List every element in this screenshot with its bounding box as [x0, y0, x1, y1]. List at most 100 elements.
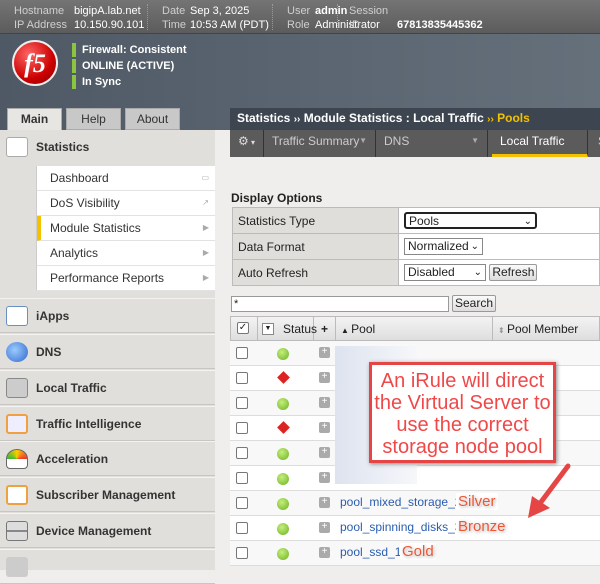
menu-label: Traffic Summary: [272, 134, 360, 148]
row-checkbox[interactable]: [236, 547, 248, 559]
status-header[interactable]: ▼ Status: [258, 317, 317, 341]
session-id: 67813835445362: [397, 19, 483, 31]
expand-icon[interactable]: +: [319, 422, 330, 433]
menu-dns[interactable]: DNS ▼: [376, 130, 488, 157]
gauge-icon: [6, 449, 28, 469]
search-button[interactable]: Search: [452, 295, 497, 312]
breadcrumb-module-stats[interactable]: Module Statistics : Local Traffic: [304, 111, 484, 125]
sidebar-item-dns[interactable]: DNS: [0, 334, 215, 369]
hostname-label: Hostname: [14, 5, 65, 17]
row-checkbox[interactable]: [236, 522, 248, 534]
row-checkbox[interactable]: [236, 447, 248, 459]
submenu-performance-reports[interactable]: Performance Reports ▶: [37, 266, 215, 291]
pool-member-header[interactable]: ⬍ Pool Member: [493, 317, 600, 341]
session-label: Session ID: [349, 5, 389, 31]
annotation-callout: An iRule will direct the Virtual Server …: [369, 362, 556, 463]
expand-icon[interactable]: +: [319, 347, 330, 358]
pool-link[interactable]: pool_spinning_disks_3: [340, 520, 461, 534]
expand-all-icon[interactable]: +: [314, 317, 336, 341]
submenu-dos-visibility[interactable]: DoS Visibility ↗: [37, 191, 215, 216]
status-available-icon: [277, 523, 289, 535]
expand-icon[interactable]: +: [319, 497, 330, 508]
statistics-type-select[interactable]: Pools ⌄: [404, 212, 537, 229]
sidebar-item-subscriber-management[interactable]: Subscriber Management: [0, 477, 215, 512]
expand-icon[interactable]: +: [319, 522, 330, 533]
submenu-label: Module Statistics: [50, 221, 141, 235]
expand-icon[interactable]: +: [319, 397, 330, 408]
submenu-label: DoS Visibility: [50, 196, 120, 210]
sidebar-item-partial[interactable]: [0, 549, 215, 584]
chevron-down-icon: ▼: [359, 136, 367, 145]
sidebar-item-acceleration[interactable]: Acceleration: [0, 441, 215, 476]
date-label: Date: [162, 5, 186, 17]
sidebar-item-label: Subscriber Management: [36, 488, 176, 502]
chevron-down-icon[interactable]: ▼: [262, 323, 274, 335]
search-input[interactable]: *: [231, 296, 449, 312]
sidebar-item-label: Traffic Intelligence: [36, 417, 142, 431]
pool-link[interactable]: pool_ssd_1: [340, 545, 401, 559]
table-row: + pool_ssd_1 Gold: [230, 541, 600, 566]
chevron-down-icon: ⌄: [470, 241, 479, 252]
submenu-label: Dashboard: [50, 171, 109, 185]
gear-icon: ⚙: [238, 134, 249, 148]
popout-icon: ▭: [201, 173, 209, 182]
expand-icon[interactable]: +: [319, 372, 330, 383]
date: Sep 3, 2025: [190, 5, 250, 17]
sidebar-item-label: Device Management: [36, 524, 152, 538]
sidebar-item-traffic-intelligence[interactable]: Traffic Intelligence: [0, 406, 215, 441]
expand-icon[interactable]: +: [319, 547, 330, 558]
breadcrumb-pools: Pools: [497, 111, 530, 125]
select-value: Normalized: [408, 239, 469, 253]
iapps-icon: [6, 306, 28, 326]
row-checkbox[interactable]: [236, 397, 248, 409]
tier-annotation: Bronze: [456, 518, 508, 535]
submenu-analytics[interactable]: Analytics ▶: [37, 241, 215, 266]
gear-menu[interactable]: ⚙ ▾: [230, 130, 264, 157]
chevron-right-icon: ▶: [202, 273, 209, 282]
sidebar-item-label: Local Traffic: [36, 381, 107, 395]
data-format-select[interactable]: Normalized ⌄: [404, 238, 483, 255]
sidebar-item-statistics[interactable]: Statistics: [0, 130, 215, 164]
chevron-down-icon: ⌄: [523, 216, 532, 227]
pool-header[interactable]: ▲ Pool: [336, 317, 493, 341]
sort-asc-icon: ▲: [341, 326, 352, 335]
external-link-icon: ↗: [202, 198, 209, 207]
tab-main[interactable]: Main: [7, 108, 62, 132]
sidebar-item-device-management[interactable]: Device Management: [0, 513, 215, 548]
status-available-icon: [277, 548, 289, 560]
tab-help[interactable]: Help: [66, 108, 121, 130]
status-available-icon: [277, 473, 289, 485]
table-header: ✓ ▼ Status + ▲ Pool ⬍ Pool Member: [230, 316, 600, 341]
expand-icon[interactable]: +: [319, 447, 330, 458]
tier-annotation: Gold: [400, 543, 436, 560]
menu-label: DNS: [384, 134, 410, 148]
row-checkbox[interactable]: [236, 347, 248, 359]
menu-local-traffic[interactable]: Local Traffic: [492, 130, 588, 157]
expand-icon[interactable]: +: [319, 472, 330, 483]
row-checkbox[interactable]: [236, 497, 248, 509]
row-checkbox[interactable]: [236, 372, 248, 384]
submenu-dashboard[interactable]: Dashboard ▭: [37, 166, 215, 191]
select-all-checkbox[interactable]: ✓: [231, 317, 258, 341]
breadcrumb-statistics[interactable]: Statistics: [237, 111, 290, 125]
sidebar-item-iapps[interactable]: iApps: [0, 298, 215, 333]
status-available-icon: [277, 448, 289, 460]
sidebar-item-local-traffic[interactable]: Local Traffic: [0, 370, 215, 405]
pool-link[interactable]: pool_mixed_storage_2: [340, 495, 461, 509]
statistics-chart-icon: [6, 137, 28, 157]
menu-more[interactable]: S: [590, 130, 600, 157]
submenu-label: Analytics: [50, 246, 99, 260]
row-checkbox[interactable]: [236, 472, 248, 484]
row-checkbox[interactable]: [236, 422, 248, 434]
chevron-down-icon: ⌄: [473, 267, 482, 278]
chevron-down-icon: ▼: [471, 136, 479, 145]
sync-status[interactable]: In Sync: [72, 75, 121, 89]
menu-traffic-summary[interactable]: Traffic Summary ▼: [264, 130, 376, 157]
submenu-module-statistics[interactable]: Module Statistics ▶: [37, 216, 215, 241]
sidebar-item-label: iApps: [36, 309, 70, 323]
refresh-button[interactable]: Refresh: [489, 264, 538, 281]
breadcrumb: Statistics ›› Module Statistics : Local …: [230, 108, 600, 130]
auto-refresh-select[interactable]: Disabled ⌄: [404, 264, 486, 281]
tab-about[interactable]: About: [125, 108, 180, 130]
user: admin: [315, 5, 348, 17]
